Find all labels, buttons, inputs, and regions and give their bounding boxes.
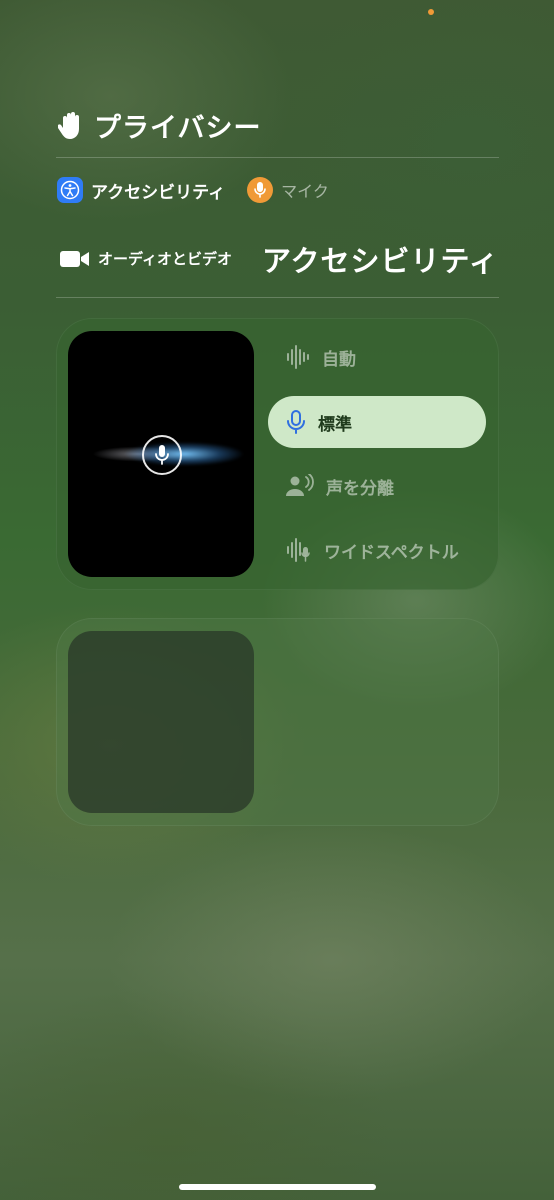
microphone-icon	[142, 435, 182, 475]
mic-mode-label: 声を分離	[326, 478, 394, 499]
mic-mode-preview	[68, 331, 254, 577]
recording-indicator-dot	[428, 9, 434, 15]
audio-video-label: オーディオとビデオ	[98, 250, 232, 268]
app-chip-label: アクセシビリティ	[91, 182, 226, 203]
active-app-title: アクセシビリティ	[262, 243, 499, 278]
audio-video-header: オーディオとビデオ アクセシビリティ	[60, 244, 500, 278]
app-chip-accessibility[interactable]: アクセシビリティ	[57, 177, 225, 203]
hand-raised-icon	[58, 111, 79, 139]
mic-mode-wide-spectrum[interactable]: ワイドスペクトル	[268, 524, 496, 576]
app-chip-microphone[interactable]: マイク	[247, 177, 329, 203]
divider	[56, 297, 499, 298]
video-effects-card	[56, 618, 499, 826]
mic-mode-standard[interactable]: 標準	[268, 396, 486, 448]
person-voice-icon	[286, 474, 314, 496]
mic-mode-label: 自動	[322, 349, 356, 370]
privacy-title: プライバシー	[94, 113, 262, 144]
mic-mode-voice-isolation[interactable]: 声を分離	[268, 460, 486, 512]
video-preview-placeholder	[68, 631, 254, 813]
waveform-icon	[287, 345, 309, 369]
divider	[56, 157, 499, 158]
mic-mode-label: 標準	[318, 414, 352, 435]
video-camera-icon	[60, 250, 89, 267]
privacy-header: プライバシー	[58, 106, 261, 145]
app-list: アクセシビリティ マイク	[57, 177, 329, 203]
microphone-icon	[287, 410, 305, 434]
mic-mode-auto[interactable]: 自動	[268, 331, 486, 383]
microphone-icon	[247, 177, 274, 203]
mic-mode-label: ワイドスペクトル	[324, 542, 459, 563]
app-chip-label: マイク	[281, 182, 329, 201]
waveform-mic-icon	[287, 538, 310, 562]
accessibility-icon	[57, 177, 83, 203]
home-indicator[interactable]	[179, 1184, 376, 1190]
mic-mode-card: 自動 標準 声を分離 ワイドスペクトル	[56, 318, 499, 590]
